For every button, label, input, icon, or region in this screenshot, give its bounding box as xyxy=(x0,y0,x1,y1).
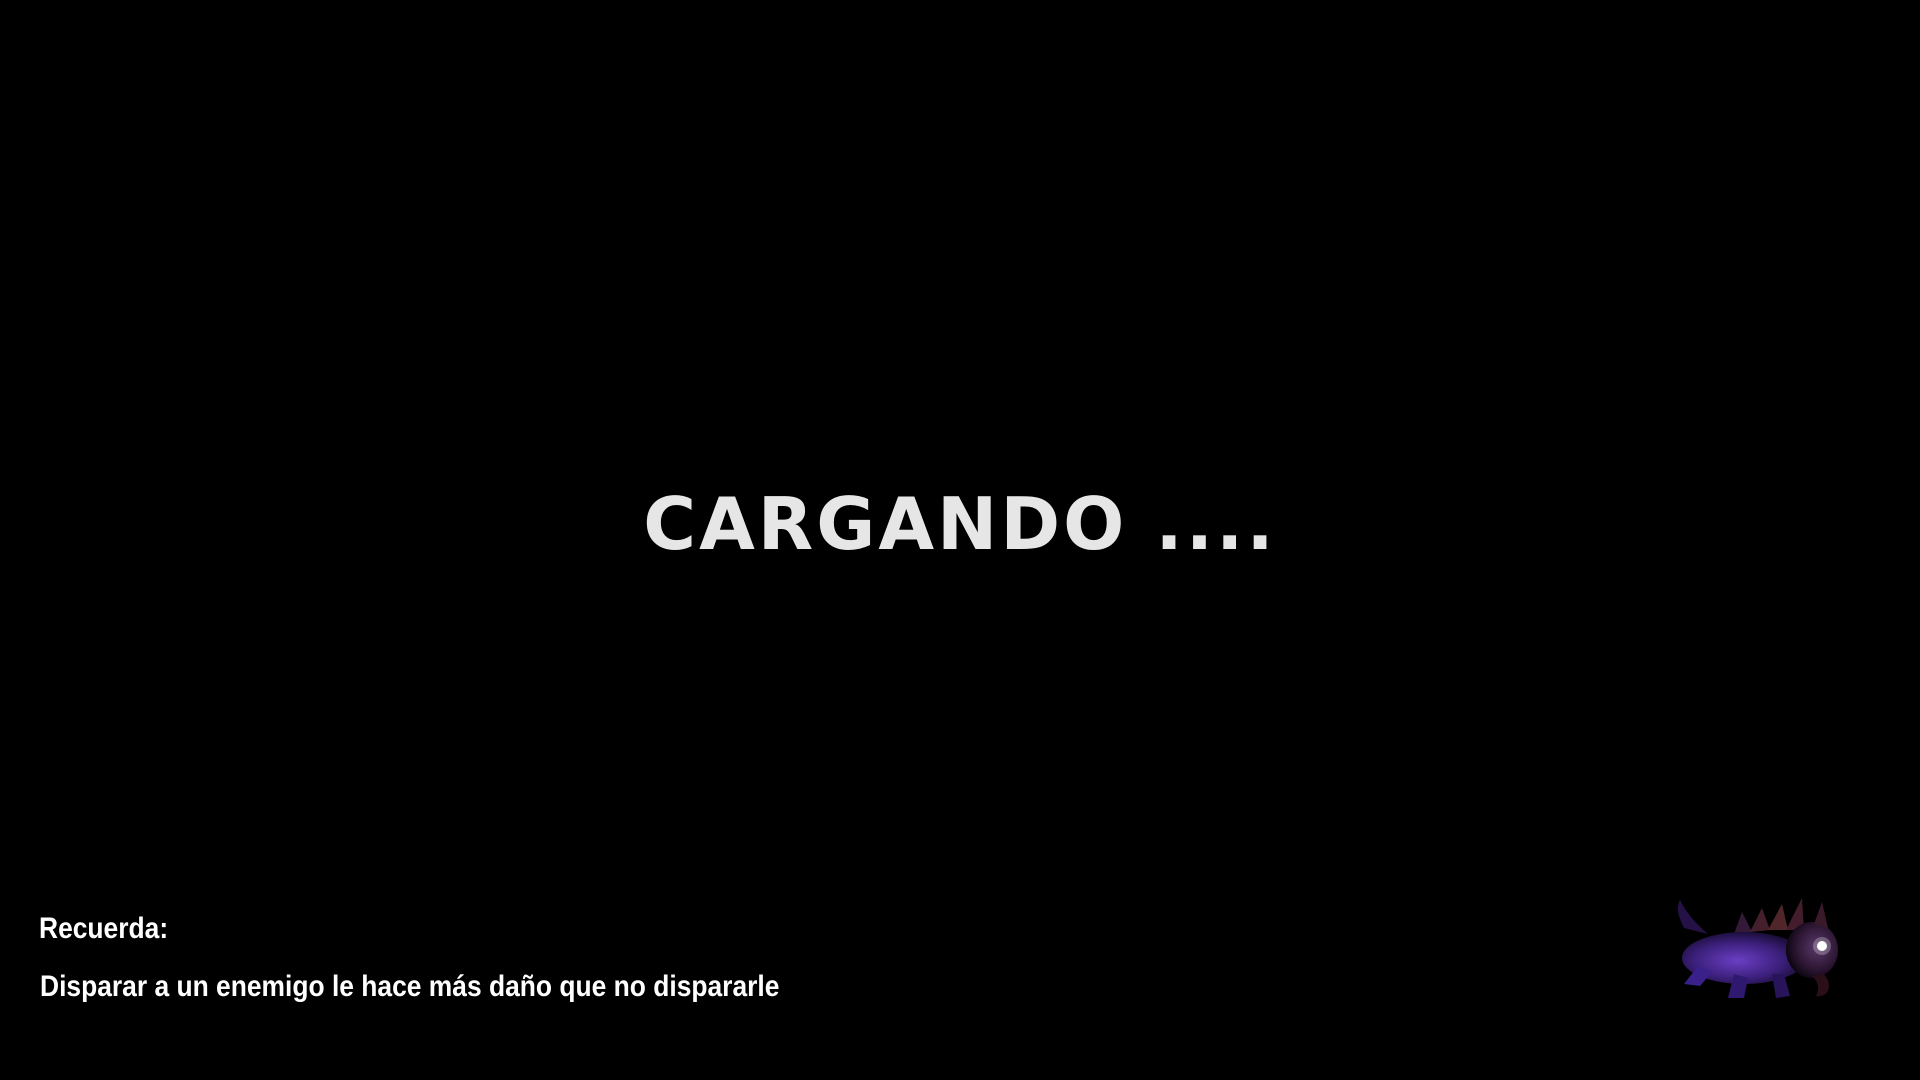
tip-heading: Recuerda: xyxy=(39,912,169,945)
loading-title: CARGANDO .... xyxy=(643,482,1277,566)
purple-creature-icon xyxy=(1677,898,1838,998)
loading-screen: CARGANDO .... Recuerda: Disparar a un en… xyxy=(0,0,1920,1080)
tip-text: Disparar a un enemigo le hace más daño q… xyxy=(40,970,780,1003)
